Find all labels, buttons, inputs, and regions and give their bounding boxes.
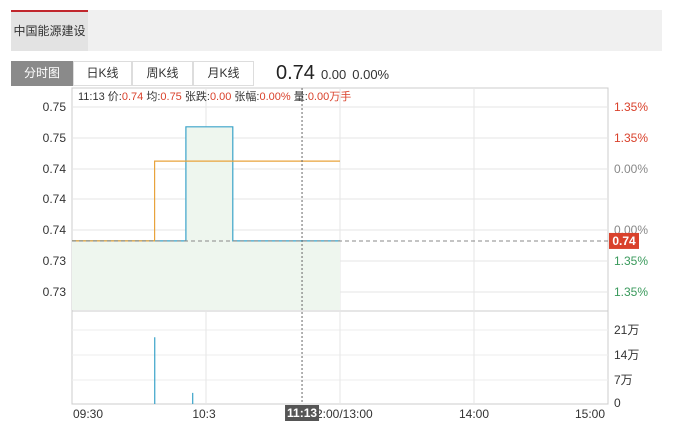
info-avg-label: 均:: [146, 91, 161, 103]
crosshair-time-label: 11:13: [287, 406, 317, 420]
volume-axis-label: 0: [614, 396, 621, 410]
volume-bar: [154, 337, 156, 404]
intraday-chart[interactable]: 0.75 0.75 0.74 0.74 0.74 0.73 0.73 1.35% 1.35% 0.…: [0, 87, 681, 439]
stock-tab-bar: 中国能源建设: [11, 10, 662, 51]
price-axis-label: 0.73: [43, 285, 67, 299]
price-axis-label: 0.75: [43, 100, 67, 114]
price-axis-label: 0.74: [43, 223, 67, 237]
info-change-label: 张跌:: [184, 91, 210, 103]
quote-change-pct: 0.00%: [352, 67, 390, 82]
info-price-label: 价:: [107, 91, 122, 103]
quote-summary: 0.74 0.00 0.00%: [276, 61, 389, 86]
info-time: 11:13: [78, 91, 105, 103]
info-change-pct: 0.00%: [259, 91, 291, 103]
stock-tab[interactable]: 中国能源建设: [11, 10, 88, 51]
price-axis-label: 0.75: [43, 131, 67, 145]
price-axis-label: 0.73: [43, 254, 67, 268]
percent-axis-label: 0.00%: [614, 162, 648, 176]
volume-axis-label: 14万: [614, 348, 639, 362]
time-axis-label: 14:00: [459, 407, 489, 421]
crosshair-info: 11:13 价:0.74 均:0.75 张跌:0.00 张幅:0.00% 量:0…: [78, 90, 351, 104]
quote-price: 0.74: [276, 62, 315, 84]
time-axis-label: 15:00: [575, 407, 605, 421]
info-price: 0.74: [121, 91, 144, 103]
info-change: 0.00: [209, 91, 232, 103]
time-axis-label: 10:3: [192, 407, 216, 421]
info-volume-label: 量:: [293, 91, 308, 103]
percent-axis-label: 1.35%: [614, 131, 648, 145]
tab-monthly-k[interactable]: 月K线: [193, 61, 254, 86]
tab-daily-k[interactable]: 日K线: [73, 61, 132, 86]
percent-axis-label: 1.35%: [614, 100, 648, 114]
tab-weekly-k[interactable]: 周K线: [132, 61, 193, 86]
volume-axis-label: 21万: [614, 323, 639, 337]
quote-change: 0.00: [320, 67, 347, 82]
info-avg: 0.75: [160, 91, 182, 103]
volume-bar: [192, 392, 194, 404]
time-axis-label: 09:30: [73, 407, 103, 421]
volume-axis-label: 7万: [614, 373, 633, 387]
tab-intraday[interactable]: 分时图: [11, 61, 73, 86]
current-price-tag-label: 0.74: [612, 234, 636, 248]
price-area-fill: [72, 126, 340, 310]
info-volume: 0.00万手: [307, 91, 352, 103]
price-axis-label: 0.74: [43, 162, 67, 176]
percent-axis-label: 1.35%: [614, 254, 648, 268]
chart-canvas[interactable]: 0.75 0.75 0.74 0.74 0.74 0.73 0.73 1.35% 1.35% 0.…: [0, 87, 681, 439]
price-axis-label: 0.74: [43, 192, 67, 206]
percent-axis-label: 1.35%: [614, 285, 648, 299]
info-change-pct-label: 张幅:: [234, 91, 260, 103]
